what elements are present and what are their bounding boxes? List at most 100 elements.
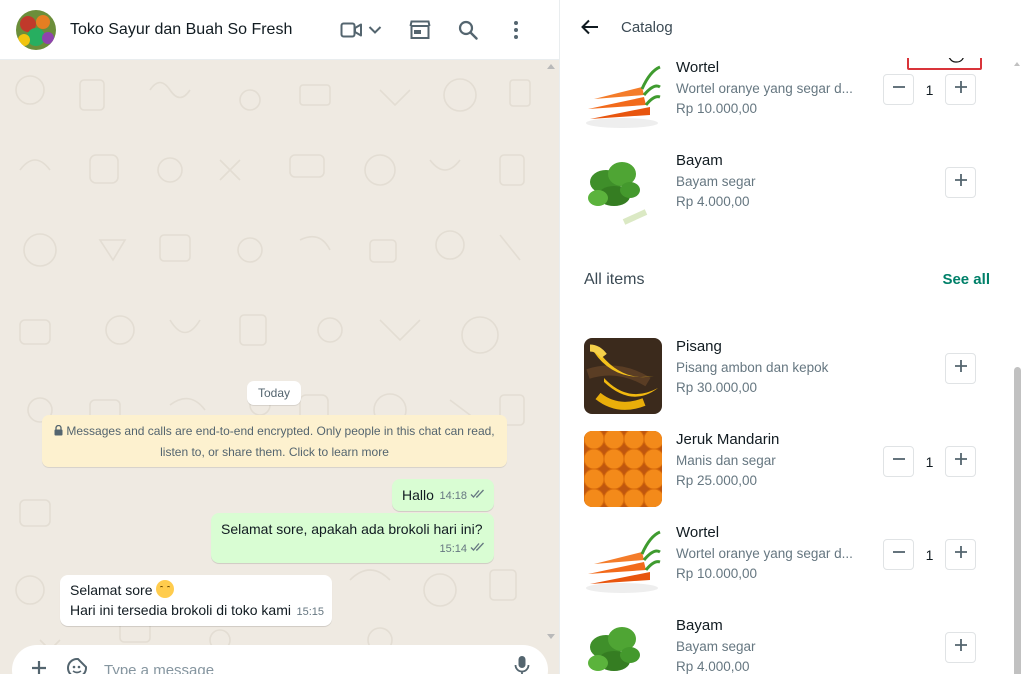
video-call-icon [340, 21, 362, 39]
chat-pane: Toko Sayur dan Buah So Fresh Today Messa… [0, 0, 560, 674]
product-item-wortel[interactable]: Wortel Wortel oranye yang segar d... Rp … [560, 54, 1000, 140]
product-image-carrot [584, 524, 662, 600]
plus-icon [30, 659, 48, 674]
back-arrow-icon [581, 19, 599, 40]
product-name: Jeruk Mandarin [676, 431, 780, 448]
decrease-quantity-button[interactable] [883, 74, 914, 105]
product-description: Bayam segar [676, 174, 756, 189]
message-bubble-outgoing[interactable]: Selamat sore, apakah ada brokoli hari in… [211, 513, 494, 563]
product-item-bayam[interactable]: Bayam Bayam segar Rp 4.000,00 [560, 612, 1000, 674]
encryption-notice[interactable]: Messages and calls are end-to-end encryp… [42, 415, 507, 467]
product-image-spinach [584, 617, 662, 674]
message-bubble-outgoing[interactable]: Hallo 14:18 [392, 479, 494, 511]
product-name: Pisang [676, 338, 722, 355]
quantity-value: 1 [925, 546, 934, 563]
decrease-quantity-button[interactable] [883, 539, 914, 570]
quantity-value: 1 [925, 453, 934, 470]
product-image-spinach [584, 152, 662, 228]
double-check-icon [470, 486, 486, 506]
catalog-pane: Catalog 2 [560, 0, 1024, 674]
attach-button[interactable] [24, 655, 54, 674]
product-price: Rp 10.000,00 [676, 101, 758, 116]
quantity-stepper [945, 167, 976, 198]
increase-quantity-button[interactable] [945, 74, 976, 105]
product-image-orange [584, 431, 662, 507]
product-item-pisang[interactable]: Pisang Pisang ambon dan kepok Rp 30.000,… [560, 333, 1000, 419]
product-price: Rp 30.000,00 [676, 380, 758, 395]
product-image-banana [584, 338, 662, 414]
product-price: Rp 4.000,00 [676, 659, 750, 674]
product-name: Bayam [676, 617, 723, 634]
plus-icon [954, 173, 968, 192]
search-button[interactable] [444, 10, 492, 50]
add-to-cart-button[interactable] [945, 632, 976, 663]
sticker-icon [66, 657, 88, 674]
contact-name[interactable]: Toko Sayur dan Buah So Fresh [70, 21, 292, 39]
catalog-scroll-up[interactable] [1014, 62, 1020, 66]
video-call-button[interactable] [336, 10, 386, 50]
product-price: Rp 25.000,00 [676, 473, 758, 488]
contact-avatar[interactable] [16, 9, 56, 50]
minus-icon [892, 80, 906, 99]
catalog-header: Catalog [560, 0, 1024, 58]
store-button[interactable] [396, 10, 444, 50]
sticker-button[interactable] [62, 655, 92, 674]
catalog-scrollbar-thumb[interactable] [1014, 367, 1021, 674]
product-description: Pisang ambon dan kepok [676, 360, 829, 375]
menu-dots-icon [513, 20, 519, 40]
plus-icon [954, 359, 968, 378]
quantity-stepper [945, 353, 976, 384]
quantity-stepper: 1 [883, 74, 976, 105]
plus-icon [954, 638, 968, 657]
smiling-face-emoji-icon [156, 580, 175, 598]
product-name: Bayam [676, 152, 723, 169]
message-text: Hallo [402, 487, 434, 503]
product-item-wortel[interactable]: Wortel Wortel oranye yang segar d... Rp … [560, 519, 1000, 605]
catalog-title: Catalog [621, 19, 673, 36]
message-bubble-incoming[interactable]: Selamat sore Hari ini tersedia brokoli d… [60, 575, 332, 626]
mic-icon [514, 656, 530, 674]
add-to-cart-button[interactable] [945, 353, 976, 384]
menu-button[interactable] [492, 10, 540, 50]
search-icon [458, 20, 478, 40]
product-description: Wortel oranye yang segar d... [676, 81, 853, 96]
quantity-stepper: 1 [883, 539, 976, 570]
chat-scroll-up[interactable] [547, 64, 555, 69]
see-all-link[interactable]: See all [942, 271, 990, 288]
product-item-bayam[interactable]: Bayam Bayam segar Rp 4.000,00 [560, 147, 1000, 233]
plus-icon [954, 545, 968, 564]
message-time: 15:15 [296, 606, 324, 618]
minus-icon [892, 545, 906, 564]
increase-quantity-button[interactable] [945, 539, 976, 570]
add-to-cart-button[interactable] [945, 167, 976, 198]
store-icon [409, 20, 431, 40]
quantity-value: 1 [925, 81, 934, 98]
day-chip: Today [247, 381, 301, 405]
decrease-quantity-button[interactable] [883, 446, 914, 477]
product-item-jeruk-mandarin[interactable]: Jeruk Mandarin Manis dan segar Rp 25.000… [560, 426, 1000, 512]
product-name: Wortel [676, 59, 720, 76]
encryption-notice-text-2: listen to, or share them. Click to learn… [160, 445, 389, 459]
product-image-carrot [584, 59, 662, 135]
message-text: Selamat sore, apakah ada brokoli hari in… [221, 521, 483, 537]
quantity-stepper: 1 [883, 446, 976, 477]
product-name: Wortel [676, 524, 720, 541]
message-time: 15:14 [439, 543, 467, 555]
product-description: Manis dan segar [676, 453, 776, 468]
chat-scroll-down[interactable] [547, 634, 555, 639]
plus-icon [954, 80, 968, 99]
back-button[interactable] [578, 17, 602, 41]
section-title-all-items: All items [584, 271, 645, 288]
increase-quantity-button[interactable] [945, 446, 976, 477]
double-check-icon [470, 539, 486, 559]
product-price: Rp 4.000,00 [676, 194, 750, 209]
message-time: 14:18 [439, 490, 467, 502]
quantity-stepper [945, 632, 976, 663]
minus-icon [892, 452, 906, 471]
voice-message-button[interactable] [514, 655, 530, 674]
chevron-down-icon [368, 25, 382, 35]
product-description: Wortel oranye yang segar d... [676, 546, 853, 561]
message-input[interactable] [104, 661, 484, 674]
product-description: Bayam segar [676, 639, 756, 654]
message-text-line2: Hari ini tersedia brokoli di toko kami [70, 602, 291, 618]
